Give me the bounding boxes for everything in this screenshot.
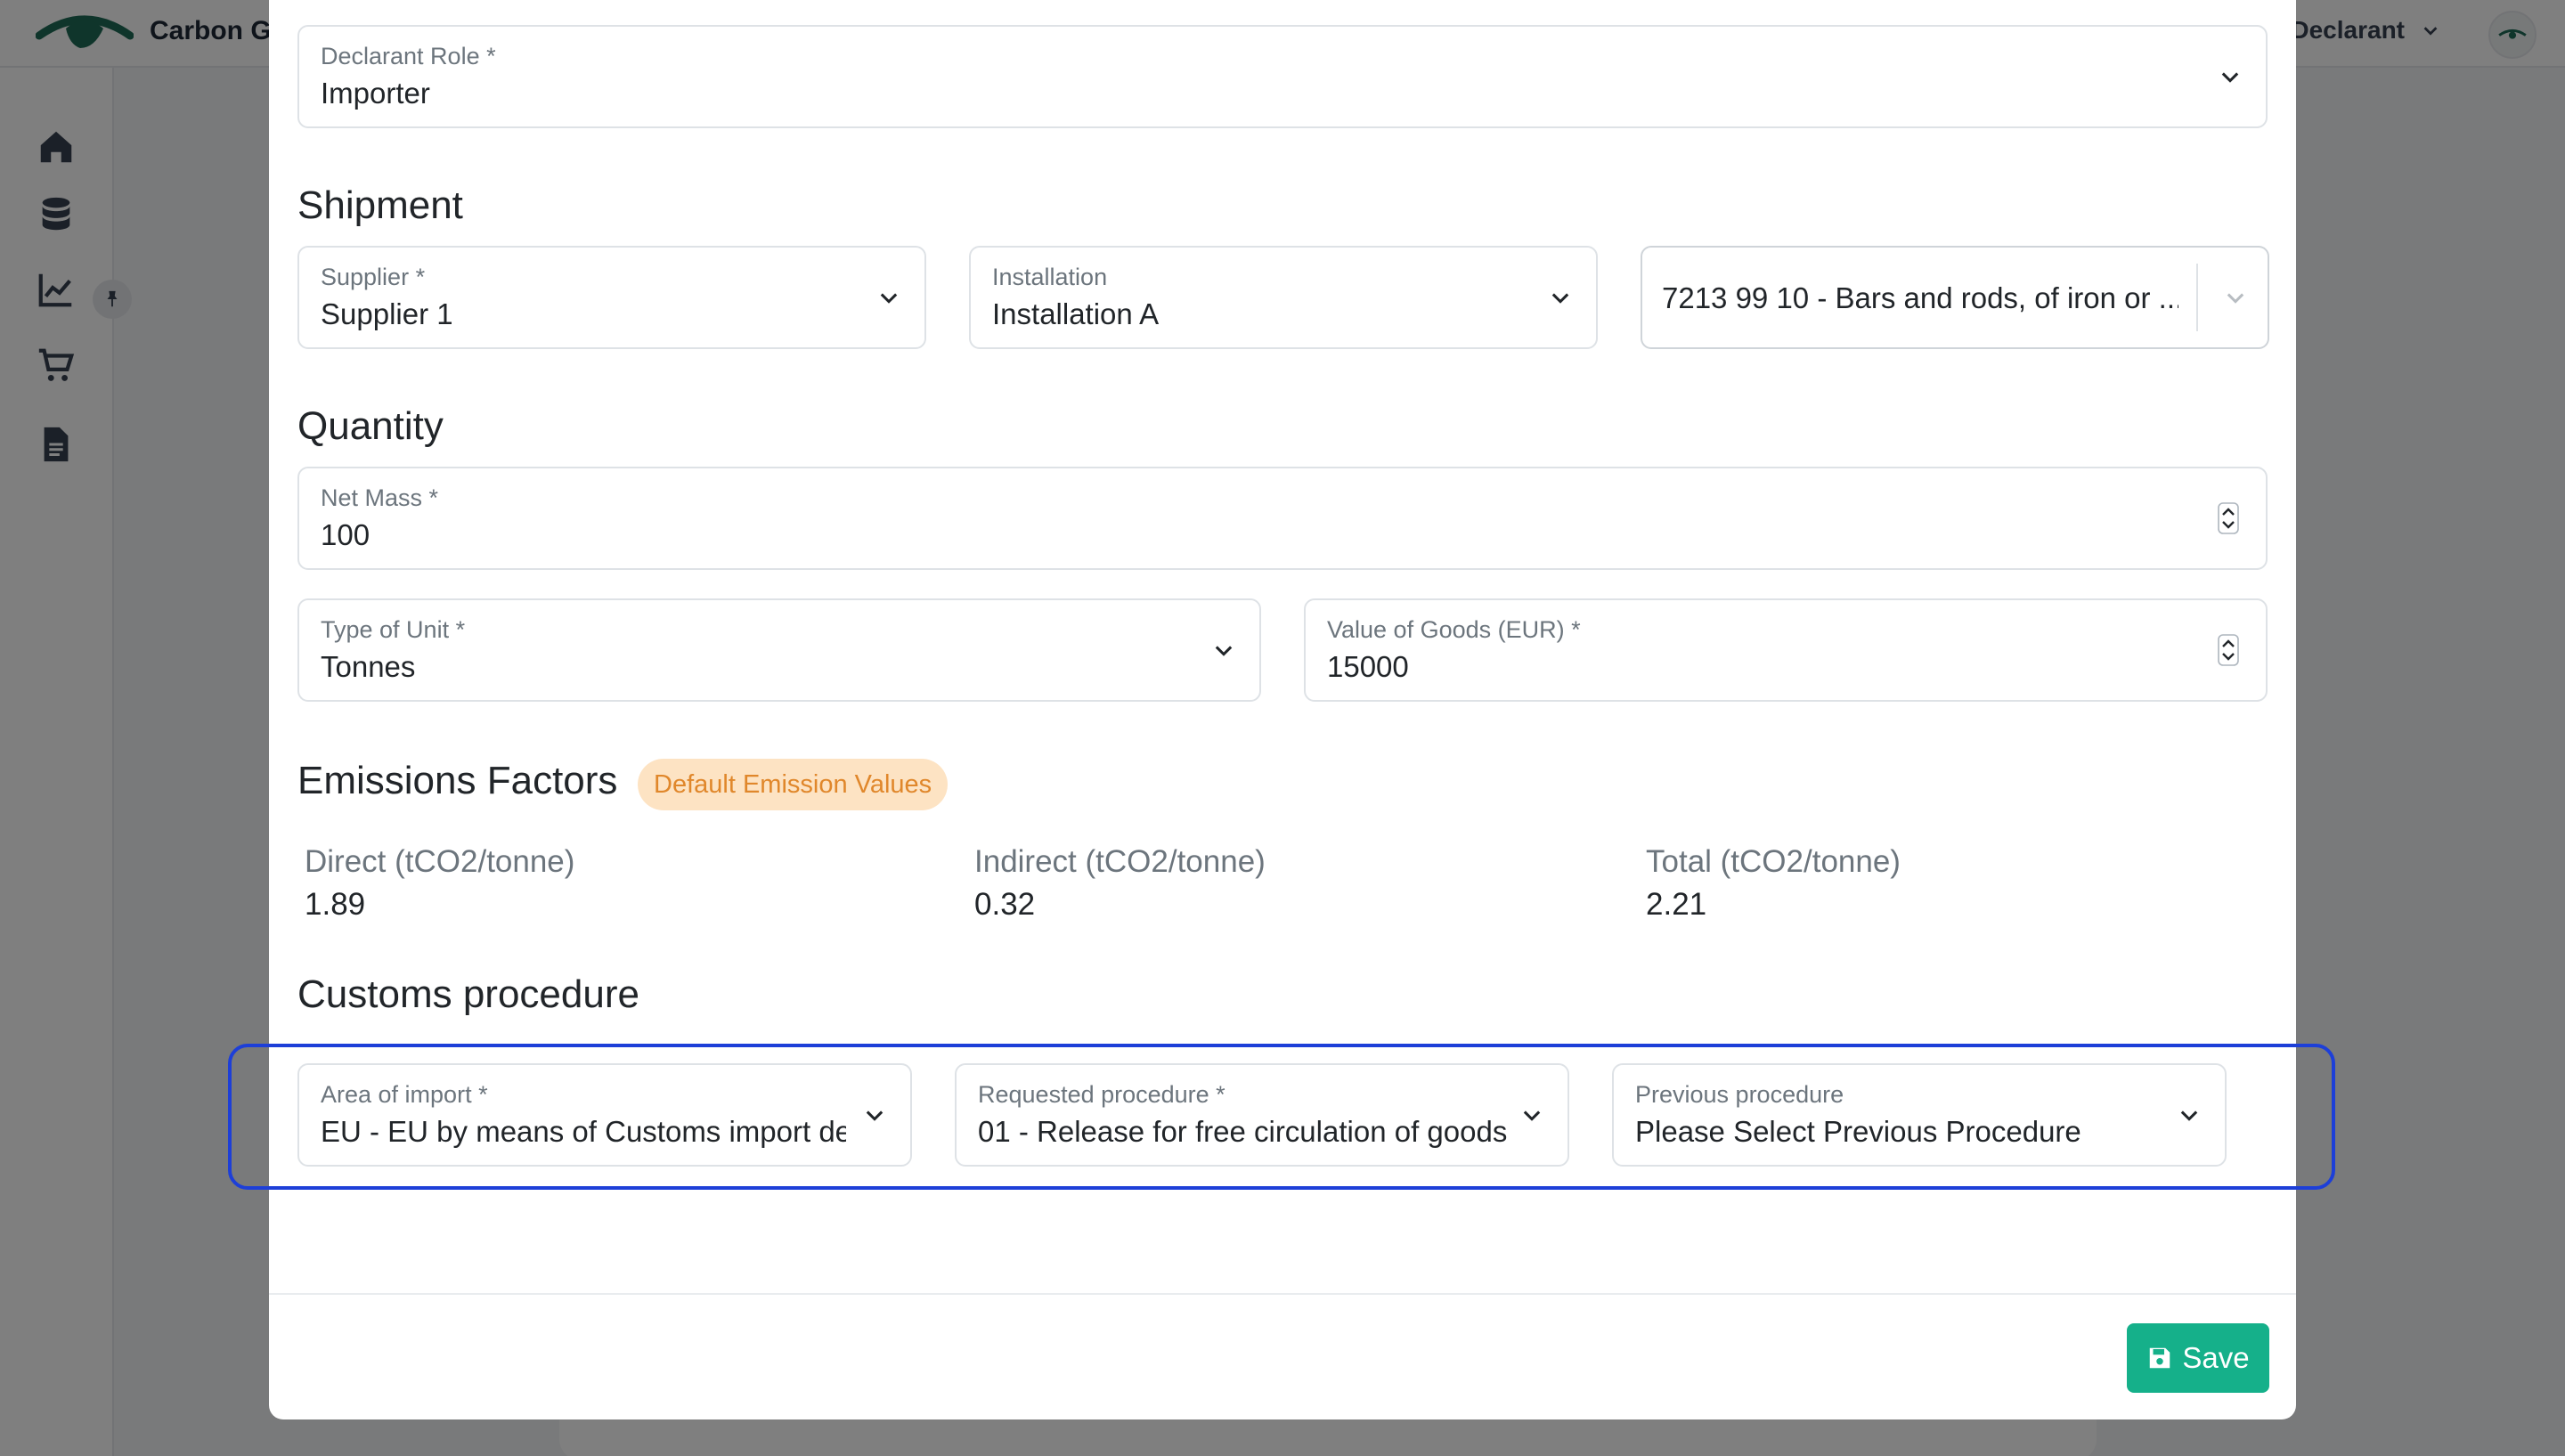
section-title-customs: Customs procedure bbox=[297, 972, 639, 1016]
total-emissions-label: Total (tCO2/tonne) bbox=[1646, 844, 1901, 879]
indirect-emissions-value: 0.32 bbox=[974, 887, 1036, 922]
declarant-role-select[interactable]: Declarant Role * Importer bbox=[297, 25, 2268, 128]
cn-code-select[interactable]: 7213 99 10 - Bars and rods, of iron or .… bbox=[1641, 246, 2269, 349]
section-title-emissions: Emissions Factors bbox=[297, 759, 618, 802]
chevron-down-icon bbox=[2180, 1110, 2198, 1121]
field-label: Requested procedure * bbox=[978, 1081, 1226, 1108]
total-emissions-value: 2.21 bbox=[1646, 887, 1707, 922]
field-label: Installation bbox=[992, 264, 1108, 290]
field-label: Supplier * bbox=[321, 264, 426, 290]
direct-emissions-label: Direct (tCO2/tonne) bbox=[305, 844, 575, 879]
unit-type-select[interactable]: Type of Unit * Tonnes bbox=[297, 598, 1261, 702]
chevron-down-icon bbox=[1551, 293, 1569, 304]
save-button-label: Save bbox=[2182, 1341, 2250, 1374]
field-value: 01 - Release for free circulation of goo… bbox=[978, 1115, 1508, 1148]
net-mass-input[interactable]: Net Mass * 100 bbox=[297, 467, 2268, 570]
chevron-down-icon bbox=[2227, 293, 2244, 304]
field-label: Previous procedure bbox=[1635, 1081, 1844, 1108]
chevron-down-icon bbox=[866, 1110, 884, 1121]
installation-select[interactable]: Installation Installation A bbox=[969, 246, 1598, 349]
supplier-select[interactable]: Supplier * Supplier 1 bbox=[297, 246, 926, 349]
save-button[interactable]: Save bbox=[2127, 1323, 2269, 1393]
field-label: Type of Unit * bbox=[321, 616, 466, 643]
area-of-import-select[interactable]: Area of import * EU - EU by means of Cus… bbox=[297, 1063, 912, 1167]
field-value: Installation A bbox=[992, 297, 1160, 330]
field-value: 100 bbox=[321, 518, 370, 551]
field-value: Please Select Previous Procedure bbox=[1635, 1115, 2081, 1148]
number-spinner-icon[interactable] bbox=[2218, 634, 2239, 666]
field-value: 15000 bbox=[1327, 650, 1409, 683]
section-title-quantity: Quantity bbox=[297, 404, 444, 448]
chevron-down-icon bbox=[1523, 1110, 1541, 1121]
default-emission-badge: Default Emission Values bbox=[638, 759, 949, 810]
previous-procedure-select[interactable]: Previous procedure Please Select Previou… bbox=[1612, 1063, 2227, 1167]
field-label: Net Mass * bbox=[321, 484, 439, 511]
save-icon bbox=[2150, 1347, 2170, 1369]
field-label: Declarant Role * bbox=[321, 43, 496, 69]
chevron-down-icon bbox=[2221, 72, 2239, 83]
chevron-down-icon bbox=[1215, 646, 1233, 656]
declaration-modal: Declarant Role * Importer Shipment Suppl… bbox=[228, 0, 2335, 1419]
section-title-shipment: Shipment bbox=[297, 183, 463, 227]
goods-value-input[interactable]: Value of Goods (EUR) * 15000 bbox=[1304, 598, 2268, 702]
chevron-down-icon bbox=[880, 293, 898, 304]
field-value: Tonnes bbox=[321, 650, 416, 683]
modal-footer-divider bbox=[269, 1293, 2296, 1295]
indirect-emissions-label: Indirect (tCO2/tonne) bbox=[974, 844, 1266, 879]
field-value: Importer bbox=[321, 77, 430, 110]
field-value: Supplier 1 bbox=[321, 297, 453, 330]
select-separator bbox=[2196, 264, 2198, 331]
field-value: 7213 99 10 - Bars and rods, of iron or .… bbox=[1662, 281, 2178, 314]
field-value: EU - EU by means of Customs import decla… bbox=[321, 1115, 846, 1148]
field-label: Area of import * bbox=[321, 1081, 488, 1108]
field-label: Value of Goods (EUR) * bbox=[1327, 616, 1581, 643]
direct-emissions-value: 1.89 bbox=[305, 887, 366, 922]
requested-procedure-select[interactable]: Requested procedure * 01 - Release for f… bbox=[955, 1063, 1569, 1167]
number-spinner-icon[interactable] bbox=[2218, 502, 2239, 534]
